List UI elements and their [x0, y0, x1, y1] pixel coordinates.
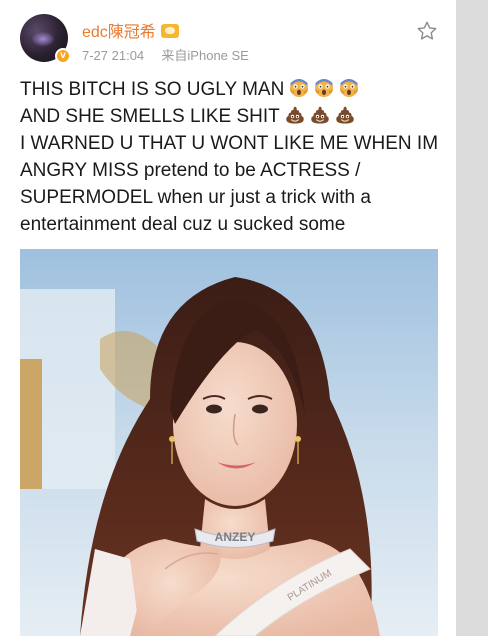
vip-crown-icon[interactable]	[160, 24, 179, 38]
post-text-line: AND SHE SMELLS LIKE SHIT	[20, 103, 450, 130]
author-username[interactable]: edc陳冠希	[82, 18, 156, 42]
post-text-line: entertainment deal cuz u sucked some	[20, 214, 346, 235]
pile-of-poo-emoji	[286, 106, 304, 124]
screaming-face-emoji	[315, 79, 334, 97]
pile-of-poo-emoji	[311, 106, 329, 124]
weibo-post-card: v edc陳冠希 7-27 21:04 来自iPhone SE THIS BIT…	[0, 0, 456, 636]
avatar-highlight	[32, 32, 54, 46]
post-source: 来自iPhone SE	[161, 48, 249, 63]
post-text-line: SUPERMODEL when ur just a trick with a	[20, 187, 371, 208]
star-outline-icon[interactable]	[416, 20, 438, 42]
pile-of-poo-emoji	[336, 106, 354, 124]
post-photo[interactable]: ANZEY PLATINUM	[20, 249, 438, 636]
post-text-line: THIS BITCH IS SO UGLY MAN	[20, 76, 450, 103]
screaming-face-emoji	[340, 79, 359, 97]
post-text-line: ANGRY MISS pretend to be ACTRESS /	[20, 160, 361, 181]
post-text: THIS BITCH IS SO UGLY MAN AND SHE SMELLS…	[20, 76, 450, 238]
verified-badge-icon: v	[55, 48, 71, 64]
post-meta: 7-27 21:04 来自iPhone SE	[82, 45, 249, 64]
background-gutter	[456, 0, 488, 636]
screaming-face-emoji	[290, 79, 309, 97]
post-timestamp: 7-27 21:04	[82, 48, 145, 63]
author-row: edc陳冠希	[82, 18, 179, 42]
necklace-text: ANZEY	[215, 530, 256, 544]
portrait-photo-illustration: ANZEY PLATINUM	[20, 249, 438, 636]
post-text-line: I WARNED U THAT U WONT LIKE ME WHEN IM	[20, 133, 439, 154]
